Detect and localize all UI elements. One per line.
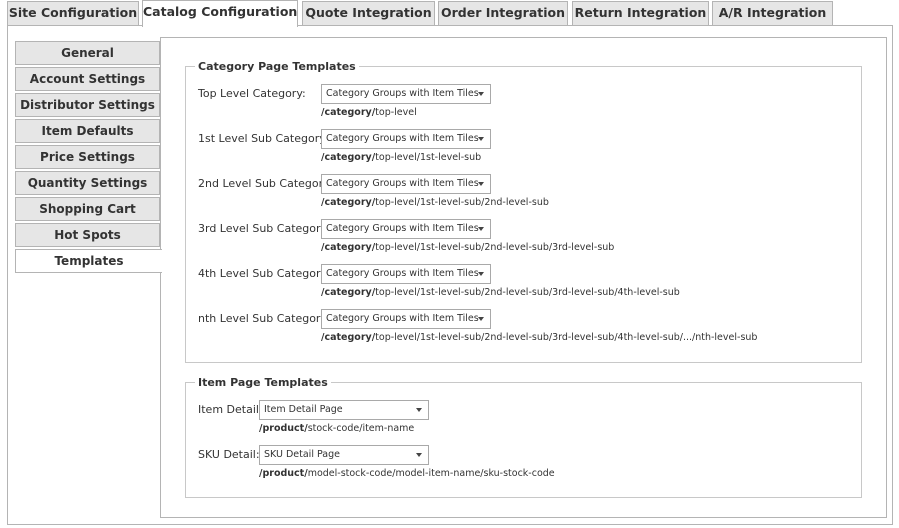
side-tab-hot-spots[interactable]: Hot Spots xyxy=(15,223,160,247)
path-prefix: /category/ xyxy=(321,107,376,118)
path-prefix: /product/ xyxy=(259,423,308,434)
4th-level-sub-category-select[interactable]: Category Groups with Item Tiles xyxy=(321,264,491,284)
2nd-level-sub-category-path: /category/top-level/1st-level-sub/2nd-le… xyxy=(321,197,549,208)
3rd-level-sub-category-path: /category/top-level/1st-level-sub/2nd-le… xyxy=(321,242,614,253)
side-tab-templates[interactable]: Templates xyxy=(15,249,162,273)
2nd-level-sub-category-value: Category Groups with Item Tiles xyxy=(326,178,479,189)
tab-quote-integration[interactable]: Quote Integration xyxy=(302,1,435,25)
tab-catalog-configuration[interactable]: Catalog Configuration xyxy=(142,0,298,27)
path-rest: top-level/1st-level-sub/2nd-level-sub/3r… xyxy=(375,242,615,253)
4th-level-sub-category-label: 4th Level Sub Category: xyxy=(198,267,330,280)
nth-level-sub-category-value: Category Groups with Item Tiles xyxy=(326,313,479,324)
chevron-down-icon xyxy=(416,408,422,412)
3rd-level-sub-category-label: 3rd Level Sub Category: xyxy=(198,222,330,235)
item-detail-label: Item Detail: xyxy=(198,403,263,416)
path-prefix: /category/ xyxy=(321,287,376,298)
2nd-level-sub-category-label: 2nd Level Sub Category: xyxy=(198,177,333,190)
item-detail-path: /product/stock-code/item-name xyxy=(259,423,414,434)
sku-detail-label: SKU Detail: xyxy=(198,448,260,461)
1st-level-sub-category-label: 1st Level Sub Category: xyxy=(198,132,329,145)
nth-level-sub-category-label: nth Level Sub Category: xyxy=(198,312,330,325)
path-rest: top-level/1st-level-sub/2nd-level-sub xyxy=(375,197,549,208)
chevron-down-icon xyxy=(478,137,484,141)
side-tab-account-settings[interactable]: Account Settings xyxy=(15,67,160,91)
1st-level-sub-category-select[interactable]: Category Groups with Item Tiles xyxy=(321,129,491,149)
3rd-level-sub-category-select[interactable]: Category Groups with Item Tiles xyxy=(321,219,491,239)
side-tab-price-settings[interactable]: Price Settings xyxy=(15,145,160,169)
path-rest: top-level/1st-level-sub/2nd-level-sub/3r… xyxy=(375,332,758,343)
chevron-down-icon xyxy=(478,182,484,186)
path-rest: top-level/1st-level-sub/2nd-level-sub/3r… xyxy=(375,287,680,298)
category-page-templates-legend: Category Page Templates xyxy=(198,60,356,73)
top-tab-bar: Site Configuration Catalog Configuration… xyxy=(0,0,899,27)
sku-detail-select[interactable]: SKU Detail Page xyxy=(259,445,429,465)
top-level-category-select[interactable]: Category Groups with Item Tiles xyxy=(321,84,491,104)
3rd-level-sub-category-value: Category Groups with Item Tiles xyxy=(326,223,479,234)
item-page-templates-group: Item Page Templates xyxy=(185,376,862,498)
side-tab-item-defaults[interactable]: Item Defaults xyxy=(15,119,160,143)
chevron-down-icon xyxy=(416,453,422,457)
chevron-down-icon xyxy=(478,92,484,96)
path-prefix: /category/ xyxy=(321,197,376,208)
tab-return-integration[interactable]: Return Integration xyxy=(572,1,709,25)
top-level-category-value: Category Groups with Item Tiles xyxy=(326,88,479,99)
item-detail-select[interactable]: Item Detail Page xyxy=(259,400,429,420)
4th-level-sub-category-path: /category/top-level/1st-level-sub/2nd-le… xyxy=(321,287,680,298)
path-prefix: /category/ xyxy=(321,152,376,163)
side-tab-distributor-settings[interactable]: Distributor Settings xyxy=(15,93,160,117)
path-prefix: /category/ xyxy=(321,242,376,253)
2nd-level-sub-category-select[interactable]: Category Groups with Item Tiles xyxy=(321,174,491,194)
top-level-category-label: Top Level Category: xyxy=(198,87,306,100)
chevron-down-icon xyxy=(478,227,484,231)
tab-site-configuration[interactable]: Site Configuration xyxy=(7,1,139,25)
path-prefix: /product/ xyxy=(259,468,308,479)
tab-order-integration[interactable]: Order Integration xyxy=(438,1,568,25)
path-rest: top-level xyxy=(375,107,417,118)
side-tab-quantity-settings[interactable]: Quantity Settings xyxy=(15,171,160,195)
tab-ar-integration[interactable]: A/R Integration xyxy=(712,1,833,25)
nth-level-sub-category-path: /category/top-level/1st-level-sub/2nd-le… xyxy=(321,332,757,343)
path-prefix: /category/ xyxy=(321,332,376,343)
chevron-down-icon xyxy=(478,317,484,321)
path-rest: stock-code/item-name xyxy=(307,423,415,434)
path-rest: model-stock-code/model-item-name/sku-sto… xyxy=(307,468,555,479)
chevron-down-icon xyxy=(478,272,484,276)
sku-detail-path: /product/model-stock-code/model-item-nam… xyxy=(259,468,555,479)
nth-level-sub-category-select[interactable]: Category Groups with Item Tiles xyxy=(321,309,491,329)
side-tab-general[interactable]: General xyxy=(15,41,160,65)
1st-level-sub-category-value: Category Groups with Item Tiles xyxy=(326,133,479,144)
1st-level-sub-category-path: /category/top-level/1st-level-sub xyxy=(321,152,481,163)
side-tab-shopping-cart[interactable]: Shopping Cart xyxy=(15,197,160,221)
sku-detail-value: SKU Detail Page xyxy=(264,449,340,460)
path-rest: top-level/1st-level-sub xyxy=(375,152,482,163)
item-detail-value: Item Detail Page xyxy=(264,404,343,415)
4th-level-sub-category-value: Category Groups with Item Tiles xyxy=(326,268,479,279)
top-level-category-path: /category/top-level xyxy=(321,107,417,118)
item-page-templates-legend: Item Page Templates xyxy=(198,376,328,389)
